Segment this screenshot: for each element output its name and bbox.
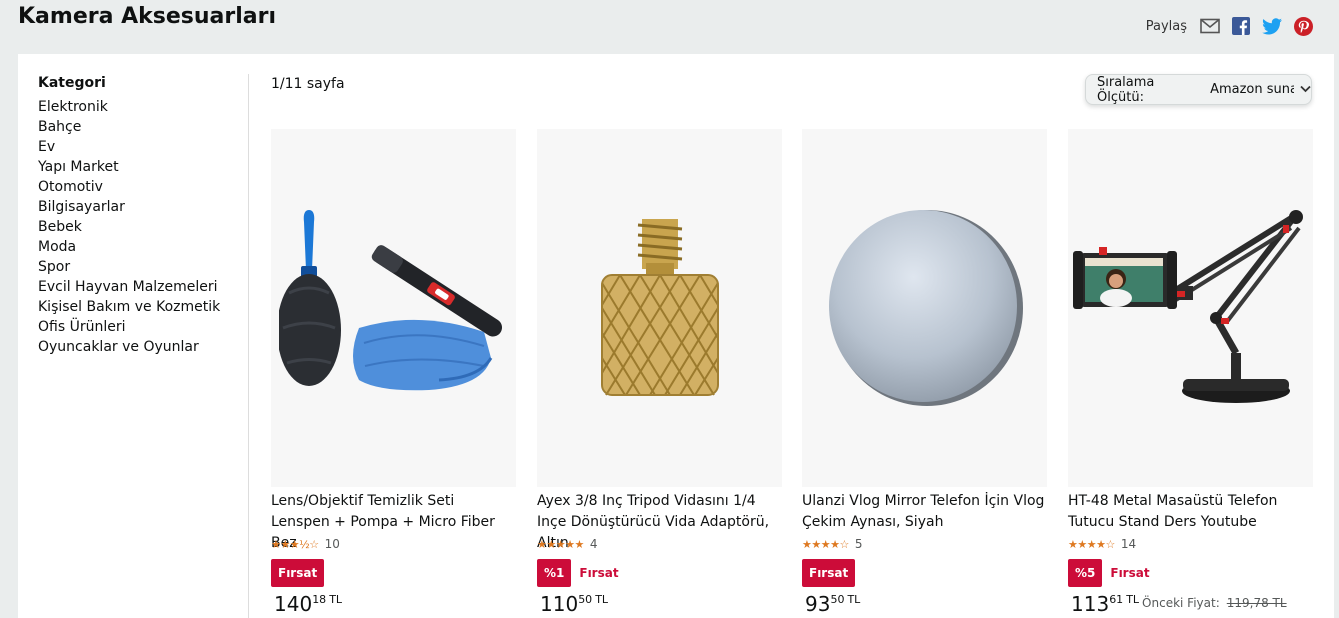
mail-icon[interactable] (1200, 16, 1220, 36)
product-title[interactable]: Ayex 3/8 Inç Tripod Vidasını 1/4 Inçe Dö… (537, 491, 782, 551)
price-currency: TL (847, 593, 861, 606)
deal-text: Fırsat (579, 566, 619, 580)
price-fraction: 50 (578, 593, 593, 606)
content-panel: Kategori Elektronik Bahçe Ev Yapı Market… (18, 54, 1334, 618)
vlog-mirror-image[interactable] (802, 129, 1047, 487)
star-rating-icon: ★★★★☆ (1068, 537, 1115, 551)
rating[interactable]: ★★★★☆ 14 (1068, 535, 1313, 553)
price-fraction: 50 (830, 593, 845, 606)
rating[interactable]: ★★★★☆ 5 (802, 535, 1047, 553)
sidebar-item-otomotiv[interactable]: Otomotiv (38, 177, 248, 197)
share-bar: Paylaş (1146, 16, 1313, 36)
sidebar-item-bilgisayarlar[interactable]: Bilgisayarlar (38, 197, 248, 217)
sidebar-item-oyuncaklar[interactable]: Oyuncaklar ve Oyunlar (38, 337, 248, 357)
category-heading: Kategori (38, 75, 106, 91)
previous-price-label: Önceki Fiyat: (1142, 596, 1220, 610)
rating-count: 10 (324, 537, 340, 551)
product-title[interactable]: Lens/Objektif Temizlik Seti Lenspen + Po… (271, 491, 516, 551)
deal-text: Fırsat (1110, 566, 1150, 580)
page-title: Kamera Aksesuarları (18, 4, 276, 29)
deal-badges: %5 Fırsat (1068, 559, 1313, 587)
product-title[interactable]: Ulanzi Vlog Mirror Telefon İçin Vlog Çek… (802, 491, 1047, 533)
star-rating-icon: ★★★★★ (537, 537, 584, 551)
product-card: Lens/Objektif Temizlik Seti Lenspen + Po… (271, 129, 516, 615)
price-whole: 110 (540, 592, 579, 616)
rating-count: 14 (1120, 537, 1137, 551)
discount-badge: %1 (537, 559, 572, 587)
deal-badge: Fırsat (271, 559, 325, 587)
rating[interactable]: ★★★½☆ 10 (271, 535, 516, 553)
sidebar-item-kisisel-bakim[interactable]: Kişisel Bakım ve Kozmetik (38, 297, 248, 317)
price-whole: 93 (805, 592, 831, 616)
product-card: HT-48 Metal Masaüstü Telefon Tutucu Stan… (1068, 129, 1313, 615)
rating[interactable]: ★★★★★ 4 (537, 535, 782, 553)
sidebar-item-moda[interactable]: Moda (38, 237, 248, 257)
price-whole: 140 (274, 592, 313, 616)
price: 93 50 TL (802, 593, 1047, 615)
sidebar-item-bahce[interactable]: Bahçe (38, 117, 248, 137)
deal-badges: Fırsat (271, 559, 516, 587)
deal-badges: %1 Fırsat (537, 559, 782, 587)
price-currency: TL (595, 593, 609, 606)
page-count: 1/11 sayfa (271, 76, 345, 92)
facebook-icon[interactable] (1231, 16, 1251, 36)
price-currency: TL (329, 593, 343, 606)
price: 140 18 TL (271, 593, 516, 615)
price-currency: TL (1126, 593, 1140, 606)
sort-dropdown[interactable]: Sıralama Ölçütü: Amazon sunar (1085, 74, 1312, 105)
sidebar-item-ev[interactable]: Ev (38, 137, 248, 157)
rating-count: 5 (854, 537, 863, 551)
twitter-icon[interactable] (1262, 16, 1282, 36)
deal-badges: Fırsat (802, 559, 1047, 587)
sidebar-item-ofis-urunleri[interactable]: Ofis Ürünleri (38, 317, 248, 337)
previous-price: 119,78 TL (1226, 596, 1287, 610)
product-title[interactable]: HT-48 Metal Masaüstü Telefon Tutucu Stan… (1068, 491, 1313, 533)
rating-count: 4 (589, 537, 598, 551)
deal-badge: Fırsat (802, 559, 856, 587)
discount-badge: %5 (1068, 559, 1103, 587)
sidebar-divider (248, 74, 249, 618)
price: 110 50 TL (537, 593, 782, 615)
product-card: Ulanzi Vlog Mirror Telefon İçin Vlog Çek… (802, 129, 1047, 615)
category-sidebar: Kategori Elektronik Bahçe Ev Yapı Market… (38, 74, 248, 357)
share-label: Paylaş (1145, 18, 1187, 34)
star-rating-icon: ★★★½☆ (271, 537, 319, 551)
screw-adapter-image[interactable] (537, 129, 782, 487)
chevron-down-icon (1300, 82, 1311, 97)
product-card: Ayex 3/8 Inç Tripod Vidasını 1/4 Inçe Dö… (537, 129, 782, 615)
price: 113 61 TL Önceki Fiyat: 119,78 TL (1068, 593, 1313, 615)
sidebar-item-bebek[interactable]: Bebek (38, 217, 248, 237)
star-rating-icon: ★★★★☆ (802, 537, 849, 551)
price-fraction: 18 (312, 593, 327, 606)
price-whole: 113 (1071, 592, 1110, 616)
lens-cleaning-kit-image[interactable] (271, 129, 516, 487)
pinterest-icon[interactable] (1293, 16, 1313, 36)
sidebar-item-elektronik[interactable]: Elektronik (38, 97, 248, 117)
price-fraction: 61 (1109, 593, 1124, 606)
sidebar-item-spor[interactable]: Spor (38, 257, 248, 277)
sidebar-item-evcil-hayvan[interactable]: Evcil Hayvan Malzemeleri (38, 277, 248, 297)
sort-value: Amazon sunar (1210, 82, 1294, 97)
sidebar-item-yapi-market[interactable]: Yapı Market (38, 157, 248, 177)
sort-label: Sıralama Ölçütü: (1097, 74, 1155, 105)
phone-stand-image[interactable] (1068, 129, 1313, 487)
